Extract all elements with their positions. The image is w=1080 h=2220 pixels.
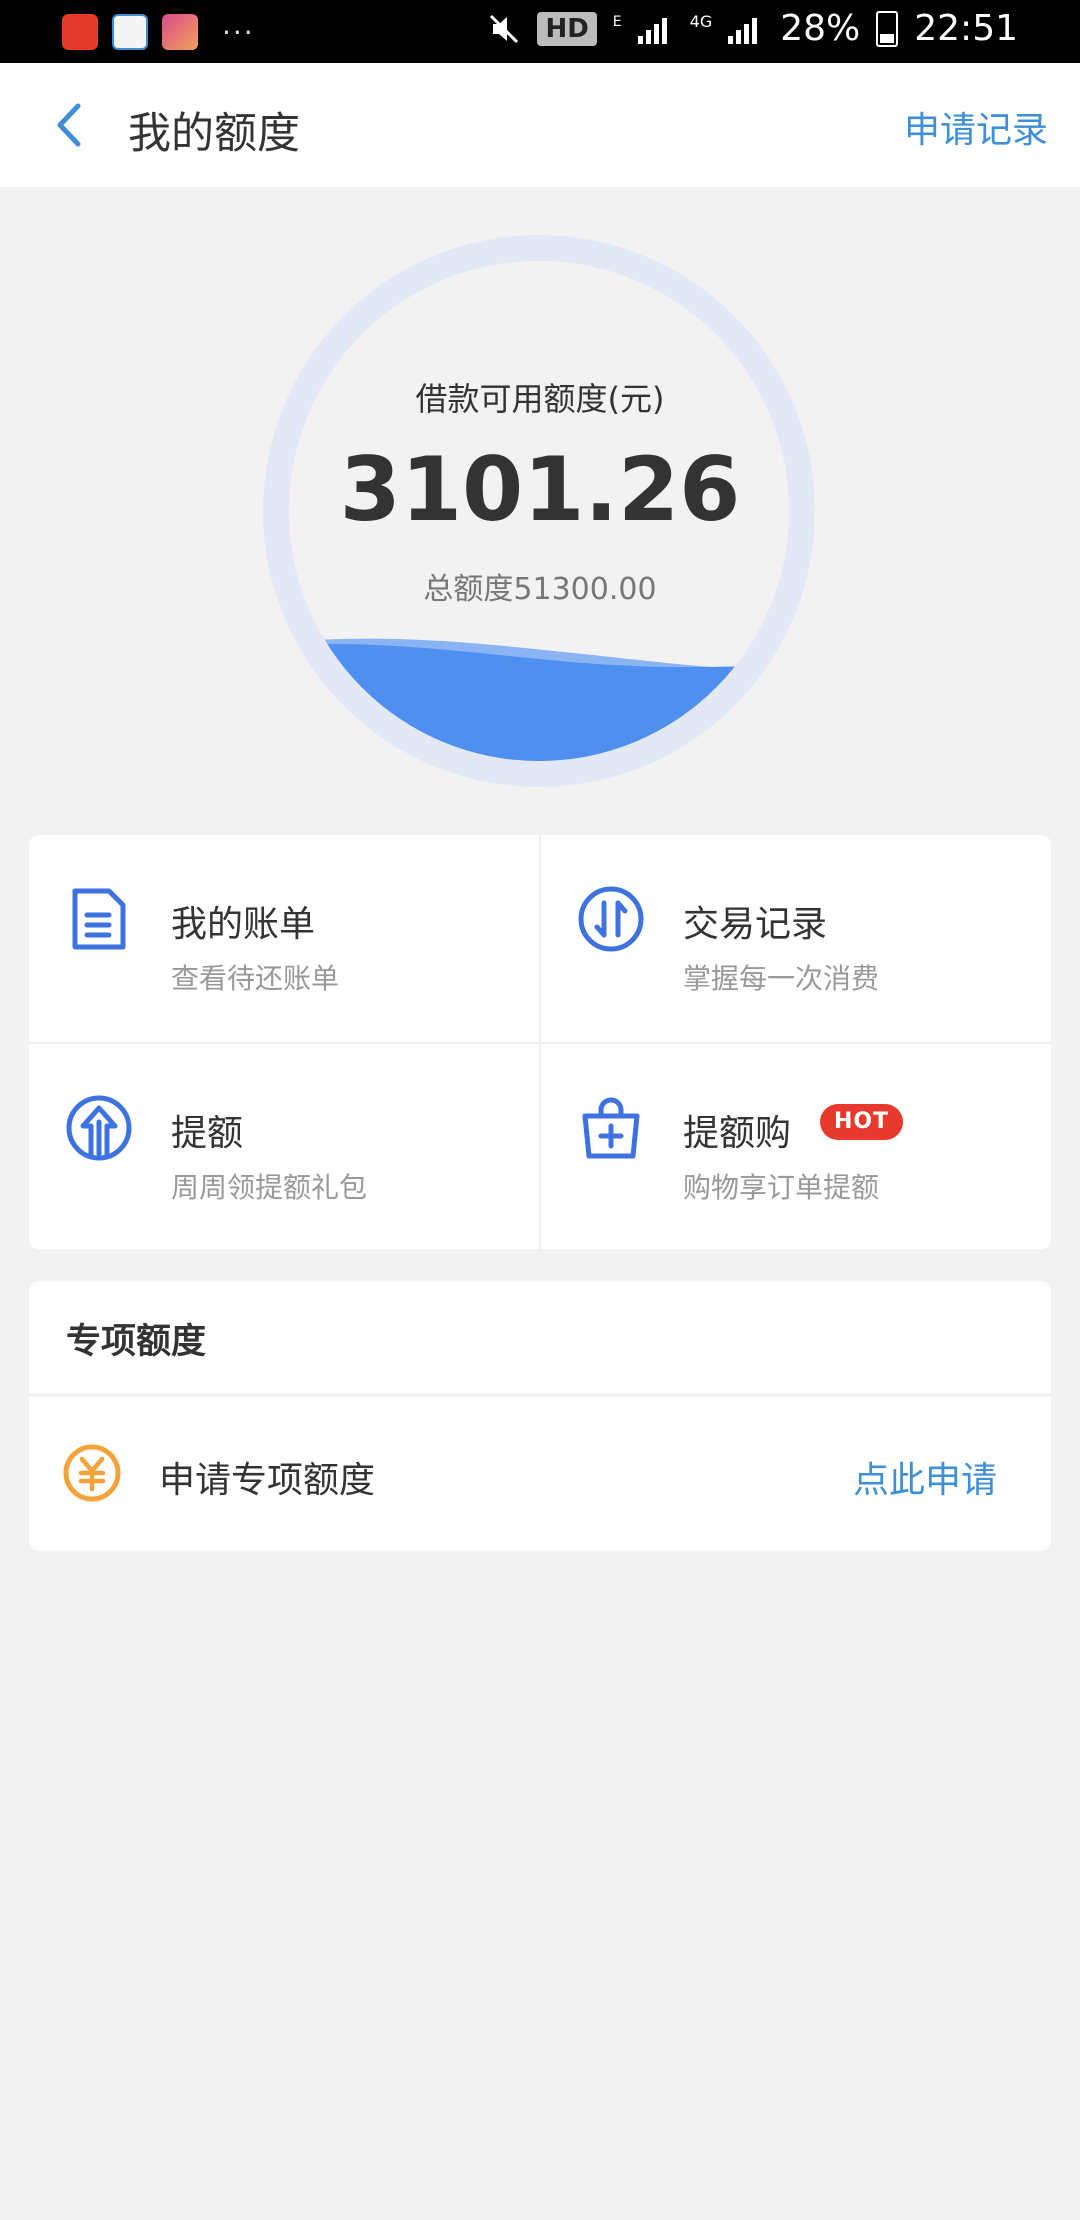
battery-percent: 28% [780,8,861,49]
grid-item-subtitle: 周周领提额礼包 [171,1171,368,1204]
network-type-label: 4G [689,12,713,31]
status-bar: ··· HD E 4G 28% 22:51 [0,0,1080,63]
signal-icon [637,14,674,44]
grid-item-transactions[interactable]: 交易记录 掌握每一次消费 [541,835,1051,1042]
grid-item-raise-limit-shopping[interactable]: 提额购 HOT 购物享订单提额 [541,1044,1051,1249]
mute-icon [490,14,519,43]
apply-records-link[interactable]: 申请记录 [904,101,1048,153]
notification-icons: ··· [62,14,255,50]
apply-special-credit-row[interactable]: 申请专项额度 点此申请 [29,1397,1051,1551]
battery-icon [876,10,899,47]
raise-limit-icon [66,1095,132,1161]
transaction-icon [578,886,644,952]
grid-item-subtitle: 掌握每一次消费 [683,962,880,995]
page-title: 我的额度 [128,109,300,159]
chevron-left-icon [57,103,81,147]
more-notifications-icon: ··· [222,15,255,49]
grid-item-title: 提额 [171,1113,244,1154]
system-indicators: HD E 4G 28% 22:51 [487,8,1018,49]
hd-badge: HD [537,11,597,46]
grid-item-subtitle: 查看待还账单 [171,962,340,995]
special-credit-title: 专项额度 [66,1322,207,1362]
network-type-label: E [612,14,622,30]
back-button[interactable] [38,93,102,157]
bill-icon [72,888,126,950]
grid-item-title: 交易记录 [683,904,828,945]
app-notification-icon [112,14,148,50]
apply-special-credit-label: 申请专项额度 [159,1460,376,1501]
grid-item-raise-limit[interactable]: 提额 周周领提额礼包 [29,1044,539,1249]
grid-item-subtitle: 购物享订单提额 [683,1171,880,1204]
clock: 22:51 [914,8,1018,49]
available-credit-amount: 3101.26 [339,438,741,541]
app-notification-icon [162,14,198,50]
special-credit-card: 专项额度 申请专项额度 点此申请 [29,1281,1051,1551]
apply-now-link[interactable]: 点此申请 [853,1451,997,1503]
yuan-coin-icon [63,1444,121,1502]
hot-badge: HOT [820,1104,904,1140]
grid-item-my-bill[interactable]: 我的账单 查看待还账单 [29,835,539,1042]
grid-item-title: 我的账单 [171,904,316,945]
total-credit-label: 总额度51300.00 [423,572,657,607]
header-bar: 我的额度 申请记录 [0,63,1080,187]
shopping-bag-icon [582,1097,640,1159]
app-notification-icon [62,14,98,50]
grid-item-title: 提额购 [683,1113,792,1154]
available-credit-label: 借款可用额度(元) [415,380,665,418]
signal-icon [728,14,764,44]
function-grid: 我的账单 查看待还账单 交易记录 掌握每一次消费 提额 周周领提额礼包 提额购 [29,835,1051,1249]
